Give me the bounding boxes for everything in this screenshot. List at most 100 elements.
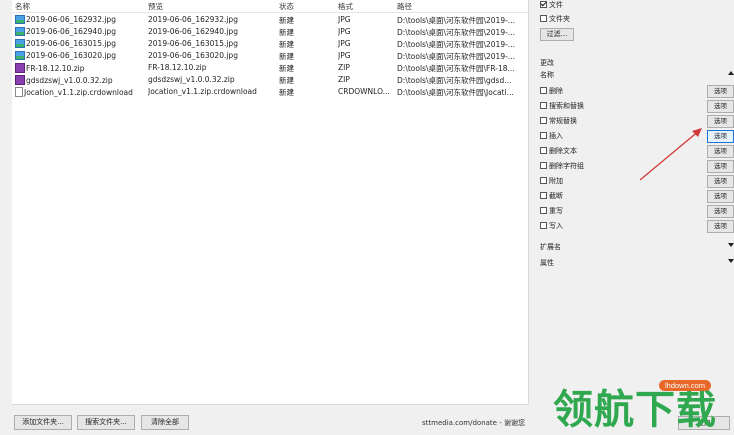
option-checkbox[interactable] (540, 162, 547, 169)
file-preview: 2019-06-06_163015.jpg (148, 39, 238, 48)
file-name: Jocation_v1.1.zip.crdownload (24, 88, 133, 97)
file-format: JPG (338, 39, 351, 48)
clear-all-button[interactable]: 清除全部 (141, 415, 189, 430)
column-header-name[interactable]: 名称 (15, 1, 147, 12)
image-file-icon (15, 39, 25, 48)
option-checkbox[interactable] (540, 102, 547, 109)
extension-section-label[interactable]: 扩展名 (540, 242, 561, 252)
file-format: CRDOWNLO... (338, 87, 390, 96)
filter-button[interactable]: 过滤... (540, 28, 574, 41)
file-preview: 2019-06-06_163020.jpg (148, 51, 238, 60)
file-checkbox[interactable] (540, 1, 547, 8)
name-section-label: 名称 (540, 71, 554, 79)
file-status: 新建 (279, 88, 294, 97)
delete-text-options-button[interactable]: 选项 (707, 145, 734, 158)
list-header: 名称 预览 状态 格式 路径 (12, 0, 528, 13)
delete-chars-options-button[interactable]: 选项 (707, 160, 734, 173)
option-label: 常规替换 (549, 117, 577, 125)
annotation-arrow-icon (639, 128, 702, 181)
option-checkbox[interactable] (540, 117, 547, 124)
file-name: 2019-06-06_162940.jpg (26, 27, 116, 36)
file-name: gdsdzswj_v1.0.0.32.zip (26, 76, 113, 85)
file-checkbox-row[interactable]: 文件 (540, 0, 563, 10)
option-row-delete[interactable]: 删除 (540, 86, 563, 96)
option-row-write[interactable]: 写入 (540, 221, 563, 231)
file-name: 2019-06-06_163020.jpg (26, 51, 116, 60)
option-checkbox[interactable] (540, 87, 547, 94)
option-row-regex-replace[interactable]: 常规替换 (540, 116, 577, 126)
search-replace-options-button[interactable]: 选项 (707, 100, 734, 113)
file-name: 2019-06-06_162932.jpg (26, 15, 116, 24)
table-row[interactable]: 2019-06-06_162932.jpg 2019-06-06_162932.… (12, 13, 528, 25)
option-checkbox[interactable] (540, 132, 547, 139)
option-row-rewrite[interactable]: 重写 (540, 206, 563, 216)
file-format: ZIP (338, 75, 350, 84)
changes-section-title: 更改 (540, 59, 554, 67)
table-row[interactable]: 2019-06-06_163020.jpg 2019-06-06_163020.… (12, 49, 528, 61)
column-header-status[interactable]: 状态 (279, 1, 335, 12)
option-checkbox[interactable] (540, 147, 547, 154)
option-checkbox[interactable] (540, 177, 547, 184)
rewrite-options-button[interactable]: 选项 (707, 205, 734, 218)
chevron-up-icon[interactable] (728, 70, 734, 76)
regex-replace-options-button[interactable]: 选项 (707, 115, 734, 128)
file-list[interactable]: 名称 预览 状态 格式 路径 2019-06-06_162932.jpg 201… (12, 0, 529, 405)
image-file-icon (15, 51, 25, 60)
file-preview: gdsdzswj_v1.0.0.32.zip (148, 75, 235, 84)
search-folder-button[interactable]: 搜索文件夹... (77, 415, 135, 430)
chevron-down-icon[interactable] (728, 258, 734, 264)
column-header-preview[interactable]: 预览 (148, 1, 276, 12)
file-name: 2019-06-06_163015.jpg (26, 39, 116, 48)
option-row-truncate[interactable]: 截断 (540, 191, 563, 201)
image-file-icon (15, 15, 25, 24)
file-name: FR-18.12.10.zip (26, 64, 85, 73)
option-row-delete-text[interactable]: 删除文本 (540, 146, 577, 156)
option-row-delete-chars[interactable]: 删除字符组 (540, 161, 584, 171)
truncate-options-button[interactable]: 选项 (707, 190, 734, 203)
option-row-append[interactable]: 附加 (540, 176, 563, 186)
option-label: 搜索和替换 (549, 102, 584, 110)
option-row-search-replace[interactable]: 搜索和替换 (540, 101, 584, 111)
append-options-button[interactable]: 选项 (707, 175, 734, 188)
zip-file-icon (15, 75, 25, 85)
option-label: 截断 (549, 192, 563, 200)
option-label: 插入 (549, 132, 563, 140)
options-panel: 文件 文件夹 过滤... 更改 名称 删除 选项 搜索和替换 选项 常规替换 选… (530, 0, 734, 435)
option-label: 写入 (549, 222, 563, 230)
chevron-down-icon[interactable] (728, 242, 734, 248)
write-options-button[interactable]: 选项 (707, 220, 734, 233)
table-row[interactable]: gdsdzswj_v1.0.0.32.zip gdsdzswj_v1.0.0.3… (12, 73, 528, 85)
option-label: 删除文本 (549, 147, 577, 155)
folder-checkbox-label: 文件夹 (549, 15, 570, 23)
column-header-format[interactable]: 格式 (338, 1, 395, 12)
table-row[interactable]: Jocation_v1.1.zip.crdownload Jocation_v1… (12, 85, 528, 97)
option-checkbox[interactable] (540, 192, 547, 199)
option-label: 附加 (549, 177, 563, 185)
option-checkbox[interactable] (540, 222, 547, 229)
delete-options-button[interactable]: 选项 (707, 85, 734, 98)
file-format: JPG (338, 51, 351, 60)
file-preview: Jocation_v1.1.zip.crdownload (148, 87, 257, 96)
image-file-icon (15, 27, 25, 36)
file-preview: 2019-06-06_162932.jpg (148, 15, 238, 24)
table-row[interactable]: 2019-06-06_162940.jpg 2019-06-06_162940.… (12, 25, 528, 37)
insert-options-button[interactable]: 选项 (707, 130, 734, 143)
file-checkbox-label: 文件 (549, 1, 563, 9)
file-preview: FR-18.12.10.zip (148, 63, 207, 72)
column-header-path[interactable]: 路径 (397, 1, 527, 12)
file-format: JPG (338, 27, 351, 36)
option-label: 重写 (549, 207, 563, 215)
watermark-badge: lhdown.com (659, 380, 712, 391)
status-text[interactable]: sttmedia.com/donate - 谢谢您 (422, 418, 525, 428)
table-row[interactable]: 2019-06-06_163015.jpg 2019-06-06_163015.… (12, 37, 528, 49)
option-label: 删除字符组 (549, 162, 584, 170)
table-row[interactable]: FR-18.12.10.zip FR-18.12.10.zip 新建 ZIP D… (12, 61, 528, 73)
download-file-icon (15, 87, 23, 97)
folder-checkbox[interactable] (540, 15, 547, 22)
option-row-insert[interactable]: 插入 (540, 131, 563, 141)
add-folder-button[interactable]: 添加文件夹... (14, 415, 72, 430)
folder-checkbox-row[interactable]: 文件夹 (540, 14, 570, 24)
option-checkbox[interactable] (540, 207, 547, 214)
attributes-section-label[interactable]: 属性 (540, 258, 554, 268)
file-preview: 2019-06-06_162940.jpg (148, 27, 238, 36)
